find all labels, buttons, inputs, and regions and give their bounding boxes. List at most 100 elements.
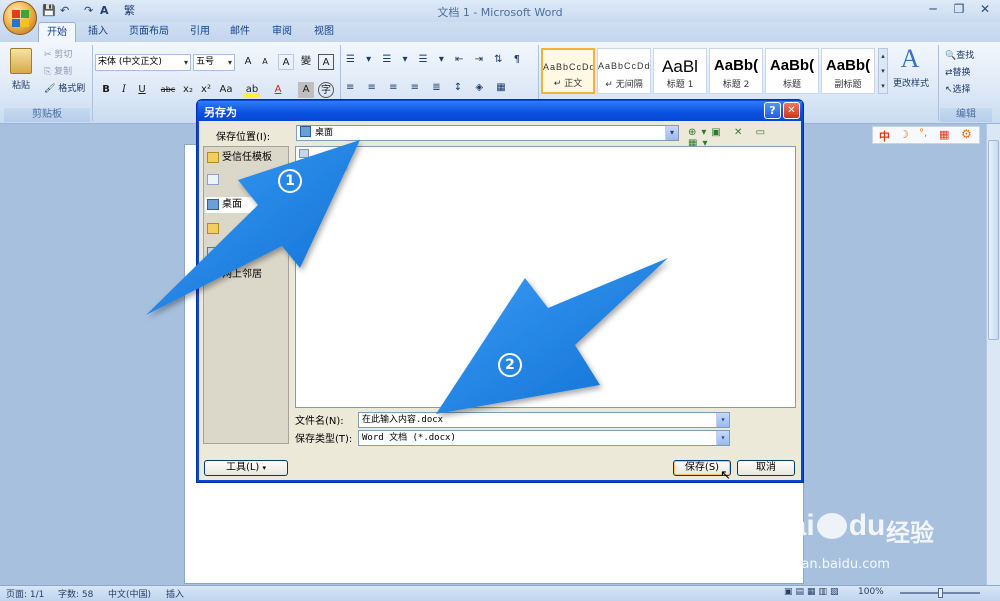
folder-icon (207, 152, 219, 163)
tab-review[interactable]: 审阅 (264, 22, 300, 42)
close-window-button[interactable]: ✕ (972, 0, 998, 18)
ime-punct-icon[interactable]: °, (919, 128, 927, 139)
dialog-help-button[interactable]: ? (764, 102, 781, 119)
font-name-combo[interactable]: 宋体 (中文正文) (95, 54, 191, 71)
paste-icon[interactable] (10, 48, 32, 74)
editing-group-label: 编辑 (940, 108, 992, 122)
desktop-icon (300, 126, 311, 137)
restore-button[interactable]: ❐ (946, 0, 972, 18)
style-heading-1[interactable]: AaBl 标题 1 (653, 48, 707, 94)
copy-button[interactable]: ⎘ 复制 (44, 64, 72, 77)
bold-button[interactable]: B (98, 82, 114, 98)
computer-icon (207, 247, 219, 258)
change-styles-icon[interactable]: A (895, 44, 925, 74)
place-my-computer[interactable] (205, 245, 287, 261)
dialog-close-button[interactable]: ✕ (783, 102, 800, 119)
ime-settings-icon[interactable]: ⚙ (961, 127, 972, 141)
place-desktop[interactable]: 桌面 (205, 197, 287, 213)
minimize-button[interactable]: ─ (920, 0, 946, 18)
find-button[interactable]: 🔍查找 (945, 48, 974, 61)
font-size-combo[interactable]: 五号 (193, 54, 235, 71)
styles-scroll-icon[interactable]: ▴ ▾ ▾ (878, 48, 888, 94)
style-subtitle[interactable]: AaBb(副标题 (821, 48, 875, 94)
zoom-slider[interactable] (892, 588, 988, 598)
underline-button[interactable]: U (134, 82, 150, 98)
desktop-icon (207, 199, 219, 210)
ime-chinese-icon[interactable]: 中 (879, 128, 890, 144)
replace-button[interactable]: ⇄替换 (945, 65, 971, 78)
phonetic-guide-button[interactable]: 變 (298, 54, 314, 70)
watermark-jingyan: 经验 (886, 519, 934, 547)
dialog-toolbar-icons[interactable]: ⊕▾▣ ✕ ▭ ▦▾ (688, 127, 796, 149)
superscript-button[interactable]: x² (198, 82, 214, 98)
font-color-button[interactable]: A (270, 82, 286, 98)
view-buttons[interactable]: ▣▤▦▥▧ (784, 587, 842, 597)
filename-label: 文件名(N): (295, 416, 344, 427)
place-network[interactable]: 网上邻居 (205, 267, 287, 283)
place-recent[interactable] (205, 172, 287, 188)
ime-keyboard-icon[interactable]: ▦ (939, 128, 949, 141)
status-insert-mode[interactable]: 插入 (166, 587, 184, 600)
zoom-level[interactable]: 100% (858, 587, 884, 597)
paste-button[interactable]: 粘贴 (12, 78, 30, 91)
tab-references[interactable]: 引用 (182, 22, 218, 42)
cancel-button[interactable]: 取消 (737, 460, 795, 476)
file-item-icon[interactable] (299, 149, 309, 158)
place-trusted-templates[interactable]: 受信任模板 (205, 150, 287, 166)
network-icon (207, 269, 219, 280)
status-page[interactable]: 页面: 1/1 (6, 587, 44, 600)
highlight-button[interactable]: ab (244, 82, 260, 98)
chevron-down-icon[interactable]: ▾ (716, 413, 729, 427)
folder-icon (207, 223, 219, 234)
office-button[interactable] (3, 1, 37, 35)
tab-insert[interactable]: 插入 (80, 22, 116, 42)
scroll-thumb[interactable] (988, 140, 999, 340)
chevron-down-icon[interactable]: ▾ (665, 126, 678, 140)
status-language[interactable]: 中文(中国) (108, 587, 151, 600)
ime-moon-icon[interactable]: ☽ (899, 128, 909, 141)
tools-button[interactable]: 工具(L) ▾ (204, 460, 288, 476)
change-styles-button[interactable]: 更改样式 (893, 76, 929, 89)
tab-page-layout[interactable]: 页面布局 (122, 22, 176, 42)
status-word-count[interactable]: 字数: 58 (58, 587, 93, 600)
tab-home[interactable]: 开始 (38, 22, 76, 42)
filename-input[interactable]: 在此输入内容.docx ▾ (358, 412, 730, 428)
subscript-button[interactable]: x₂ (180, 82, 196, 98)
step-1-marker: 1 (278, 169, 302, 193)
mouse-cursor-icon: ↖ (720, 468, 731, 483)
vertical-scrollbar[interactable] (986, 124, 1000, 585)
document-icon (207, 174, 219, 185)
paragraph-align-icons[interactable]: ≡ ≡ ≡ ≡ ≣ ↕ ◈ ▦ (346, 82, 536, 98)
char-border-button[interactable]: A (318, 54, 334, 70)
file-list[interactable] (295, 146, 796, 408)
select-button[interactable]: ↖选择 (945, 82, 971, 95)
watermark-brand: Bai du (768, 509, 886, 542)
file-item-icon[interactable] (340, 163, 348, 171)
filetype-select[interactable]: Word 文档 (*.docx) ▾ (358, 430, 730, 446)
style-normal[interactable]: AaBbCcDd ↵ 正文 (541, 48, 595, 94)
filetype-label: 保存类型(T): (295, 434, 353, 445)
dialog-title-bar: 另存为 ? ✕ (198, 101, 802, 121)
format-painter-button[interactable]: 🖌 格式刷 (44, 81, 85, 94)
paw-icon (816, 513, 847, 539)
tab-view[interactable]: 视图 (306, 22, 342, 42)
change-case-button[interactable]: Aa (218, 82, 234, 98)
shrink-font-button[interactable]: A (257, 54, 273, 70)
ime-toolbar[interactable]: 中 ☽ °, ▦ ⚙ (872, 126, 980, 144)
italic-button[interactable]: I (116, 82, 132, 98)
char-shading-button[interactable]: A (298, 82, 314, 98)
cut-button[interactable]: ✂ 剪切 (44, 47, 72, 60)
place-my-documents[interactable] (205, 221, 287, 237)
clear-format-button[interactable]: A (278, 54, 294, 70)
chevron-down-icon[interactable]: ▾ (716, 431, 729, 445)
places-bar (203, 146, 289, 444)
style-title[interactable]: AaBb(标题 (765, 48, 819, 94)
tab-mailings[interactable]: 邮件 (222, 22, 258, 42)
paragraph-list-icons[interactable]: ☰ ▾ ☰ ▾ ☰ ▾ ⇤ ⇥ ⇅ ¶ (346, 54, 536, 70)
style-no-spacing[interactable]: AaBbCcDd ↵ 无间隔 (597, 48, 651, 94)
style-heading-2[interactable]: AaBb(标题 2 (709, 48, 763, 94)
enclose-char-button[interactable]: 字 (318, 82, 334, 98)
grow-font-button[interactable]: A (240, 54, 256, 70)
save-in-combo[interactable]: 桌面 ▾ (296, 125, 679, 141)
strikethrough-button[interactable]: abc (160, 82, 176, 98)
